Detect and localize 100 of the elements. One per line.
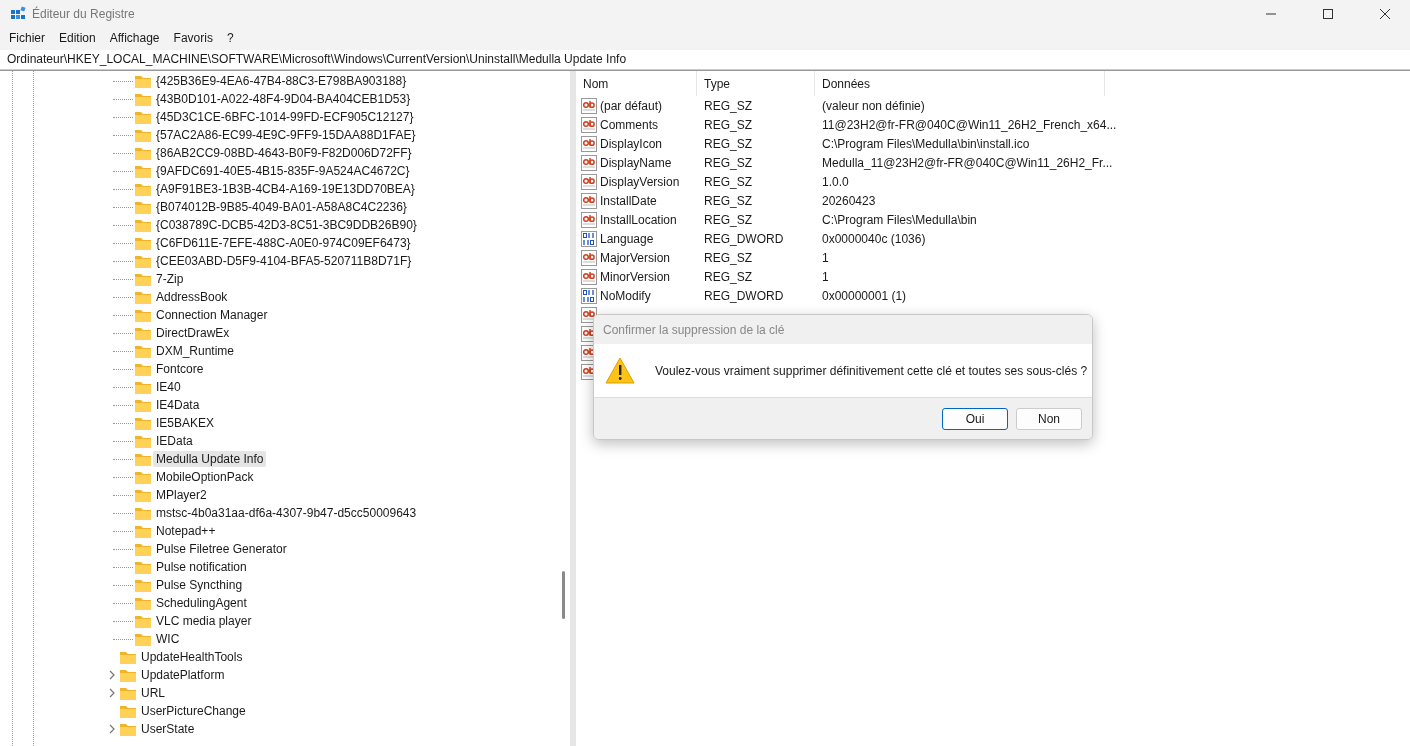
- folder-icon: [135, 524, 151, 538]
- column-header[interactable]: Type: [697, 71, 815, 96]
- value-name[interactable]: DisplayVersion: [600, 174, 680, 189]
- tree-item[interactable]: DXM_Runtime: [153, 343, 238, 359]
- warning-icon: [605, 356, 635, 385]
- value-type: REG_DWORD: [704, 288, 784, 303]
- dialog-button[interactable]: Non: [1016, 407, 1082, 430]
- tree-item[interactable]: {57AC2A86-EC99-4E9C-9FF9-15DAA88D1FAE}: [153, 127, 419, 143]
- menu-item[interactable]: Affichage: [102, 31, 167, 45]
- tree-item[interactable]: IE40: [153, 379, 184, 395]
- folder-icon: [135, 182, 151, 196]
- menu-item[interactable]: ?: [219, 31, 241, 45]
- folder-icon: [135, 164, 151, 178]
- value-name[interactable]: MinorVersion: [600, 269, 671, 284]
- value-data: 11@23H2@fr-FR@040C@Win11_26H2_French_x64...: [822, 117, 1117, 132]
- tree-item[interactable]: MobileOptionPack: [153, 469, 257, 485]
- value-name[interactable]: MajorVersion: [600, 250, 671, 265]
- tree-item[interactable]: VLC media player: [153, 613, 255, 629]
- tree-item[interactable]: MPlayer2: [153, 487, 210, 503]
- window-title: Éditeur du Registre: [32, 7, 135, 21]
- folder-icon: [135, 470, 151, 484]
- menu-item[interactable]: Edition: [52, 31, 103, 45]
- dialog-title: Confirmer la suppression de la clé: [603, 322, 785, 337]
- dialog-button[interactable]: Oui: [942, 407, 1008, 430]
- chevron-icon[interactable]: [109, 724, 115, 734]
- value-name[interactable]: DisplayIcon: [600, 136, 663, 151]
- folder-icon: [135, 290, 151, 304]
- close-icon[interactable]: [1380, 9, 1390, 19]
- tree-item[interactable]: Pulse notification: [153, 559, 250, 575]
- tree-item[interactable]: {A9F91BE3-1B3B-4CB4-A169-19E13DD70BEA}: [153, 181, 418, 197]
- tree-item[interactable]: Notepad++: [153, 523, 219, 539]
- maximize-icon[interactable]: [1323, 9, 1333, 19]
- folder-icon: [135, 380, 151, 394]
- tree-item[interactable]: {425B36E9-4EA6-47B4-88C3-E798BA903188}: [153, 73, 410, 89]
- address-field[interactable]: Ordinateur\HKEY_LOCAL_MACHINE\SOFTWARE\Microsoft\Windows\CurrentVersion\Uninstall\Medulla Update Info: [0, 50, 1410, 70]
- value-name[interactable]: (par défaut): [600, 98, 663, 113]
- folder-icon: [120, 668, 136, 682]
- scrollbar-thumb[interactable]: [562, 571, 565, 619]
- tree-item[interactable]: UserPictureChange: [138, 703, 249, 719]
- tree-item[interactable]: {45D3C1CE-6BFC-1014-99FD-ECF905C12127}: [153, 109, 417, 125]
- tree-item[interactable]: URL: [138, 685, 168, 701]
- column-header[interactable]: Données: [815, 71, 1105, 96]
- tree-item[interactable]: UpdateHealthTools: [138, 649, 246, 665]
- menu-item[interactable]: Fichier: [2, 31, 52, 45]
- tree-item[interactable]: {C6FD611E-7EFE-488C-A0E0-974C09EF6473}: [153, 235, 414, 251]
- folder-icon: [135, 74, 151, 88]
- string-value-icon: [581, 154, 597, 171]
- value-name[interactable]: Language: [600, 231, 654, 246]
- tree-item[interactable]: Pulse Filetree Generator: [153, 541, 290, 557]
- value-data: (valeur non définie): [822, 98, 925, 113]
- tree-item[interactable]: Fontcore: [153, 361, 207, 377]
- value-data: 20260423: [822, 193, 876, 208]
- value-type: REG_SZ: [704, 174, 752, 189]
- tree-item[interactable]: SchedulingAgent: [153, 595, 250, 611]
- tree-item[interactable]: 7-Zip: [153, 271, 187, 287]
- value-data: 1: [822, 250, 829, 265]
- value-type: REG_SZ: [704, 98, 752, 113]
- tree-item[interactable]: {9AFDC691-40E5-4B15-835F-9A524AC4672C}: [153, 163, 413, 179]
- tree-item[interactable]: IE4Data: [153, 397, 203, 413]
- value-name[interactable]: InstallDate: [600, 193, 657, 208]
- binary-value-icon: [581, 230, 597, 247]
- string-value-icon: [581, 211, 597, 228]
- tree-item[interactable]: UpdatePlatform: [138, 667, 228, 683]
- folder-icon: [135, 110, 151, 124]
- tree-item[interactable]: Medulla Update Info: [153, 451, 267, 467]
- folder-icon: [120, 722, 136, 736]
- tree-item[interactable]: DirectDrawEx: [153, 325, 233, 341]
- tree-item[interactable]: {C038789C-DCB5-42D3-8C51-3BC9DDB26B90}: [153, 217, 420, 233]
- value-data: 0x0000040c (1036): [822, 231, 926, 246]
- value-name[interactable]: NoModify: [600, 288, 651, 303]
- folder-icon: [135, 326, 151, 340]
- tree-item[interactable]: {86AB2CC9-08BD-4643-B0F9-F82D006D72FF}: [153, 145, 415, 161]
- value-data: C:\Program Files\Medulla\bin\install.ico: [822, 136, 1030, 151]
- tree-item[interactable]: UserState: [138, 721, 198, 737]
- tree-item[interactable]: IE5BAKEX: [153, 415, 218, 431]
- value-name[interactable]: InstallLocation: [600, 212, 677, 227]
- folder-icon: [135, 578, 151, 592]
- value-data: 0x00000001 (1): [822, 288, 907, 303]
- tree-item[interactable]: AddressBook: [153, 289, 231, 305]
- tree-item[interactable]: Connection Manager: [153, 307, 271, 323]
- value-type: REG_SZ: [704, 212, 752, 227]
- value-name[interactable]: Comments: [600, 117, 658, 132]
- value-name[interactable]: DisplayName: [600, 155, 672, 170]
- tree-item[interactable]: mstsc-4b0a31aa-df6a-4307-9b47-d5cc50009643: [153, 505, 420, 521]
- tree-item[interactable]: {CEE03ABD-D5F9-4104-BFA5-520711B8D71F}: [153, 253, 415, 269]
- menu-item[interactable]: Favoris: [166, 31, 220, 45]
- tree-item[interactable]: {43B0D101-A022-48F4-9D04-BA404CEB1D53}: [153, 91, 414, 107]
- folder-icon: [120, 686, 136, 700]
- folder-icon: [135, 128, 151, 142]
- tree-item[interactable]: {B074012B-9B85-4049-BA01-A58A8C4C2236}: [153, 199, 410, 215]
- string-value-icon: [581, 192, 597, 209]
- tree-item[interactable]: IEData: [153, 433, 196, 449]
- tree-item[interactable]: Pulse Syncthing: [153, 577, 246, 593]
- string-value-icon: [581, 249, 597, 266]
- tree-item[interactable]: WIC: [153, 631, 183, 647]
- value-data: Medulla_11@23H2@fr-FR@040C@Win11_26H2_Fr...: [822, 155, 1113, 170]
- folder-icon: [135, 92, 151, 106]
- folder-icon: [135, 416, 151, 430]
- value-type: REG_SZ: [704, 136, 752, 151]
- column-header[interactable]: Nom: [576, 71, 697, 96]
